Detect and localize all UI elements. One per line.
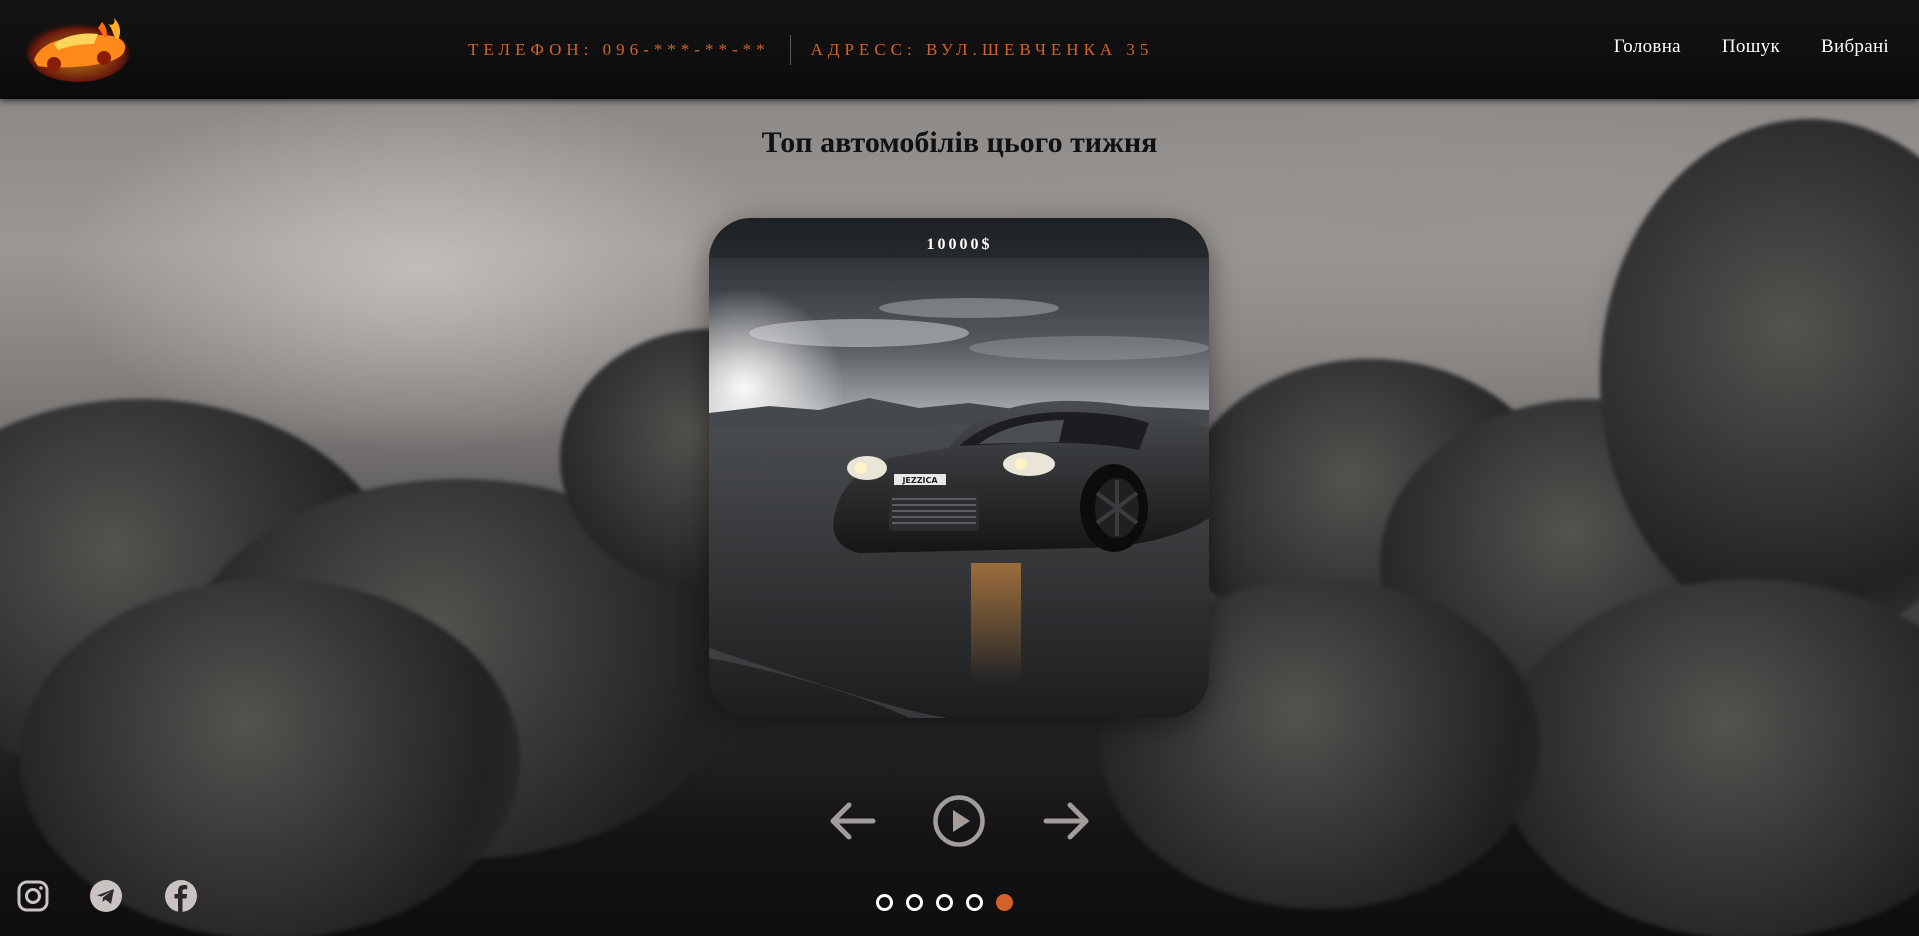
nav-link-search[interactable]: Пошук [1722,36,1780,58]
telegram-icon[interactable] [89,879,123,913]
flaming-car-logo[interactable] [24,14,132,84]
car-card[interactable]: JEZZICA [709,218,1209,718]
car-price: 10000$ [926,236,993,253]
prev-arrow-icon[interactable] [829,801,877,841]
nav-link-home[interactable]: Головна [1614,36,1681,58]
next-arrow-icon[interactable] [1042,801,1090,841]
slide-dot-3[interactable] [936,894,953,911]
slide-dot-5[interactable] [996,894,1013,911]
phone-text: ТЕЛЕФОН: 096-***-**-** [468,40,770,59]
contact-divider [789,35,791,65]
address-text: АДРЕСС: ВУЛ.ШЕВЧЕНКА 35 [810,40,1154,59]
slide-dot-4[interactable] [966,894,983,911]
facebook-icon[interactable] [164,879,198,913]
section-title: Топ автомобілів цього тижня [761,126,1158,159]
site-header: ТЕЛЕФОН: 096-***-**-** АДРЕСС: ВУЛ.ШЕВЧЕ… [0,0,1919,99]
car-image: JEZZICA [709,218,1209,718]
contact-info: ТЕЛЕФОН: 096-***-**-** АДРЕСС: ВУЛ.ШЕВЧЕ… [468,35,1153,65]
slide-dot-2[interactable] [906,894,923,911]
slide-dot-1[interactable] [876,894,893,911]
main-nav: Головна Пошук Вибрані [1614,36,1889,58]
instagram-icon[interactable] [16,879,50,913]
svg-text:JEZZICA: JEZZICA [901,476,938,485]
slider-pagination [876,894,1013,911]
play-circle-icon[interactable] [932,794,986,848]
nav-link-favorites[interactable]: Вибрані [1821,36,1889,58]
